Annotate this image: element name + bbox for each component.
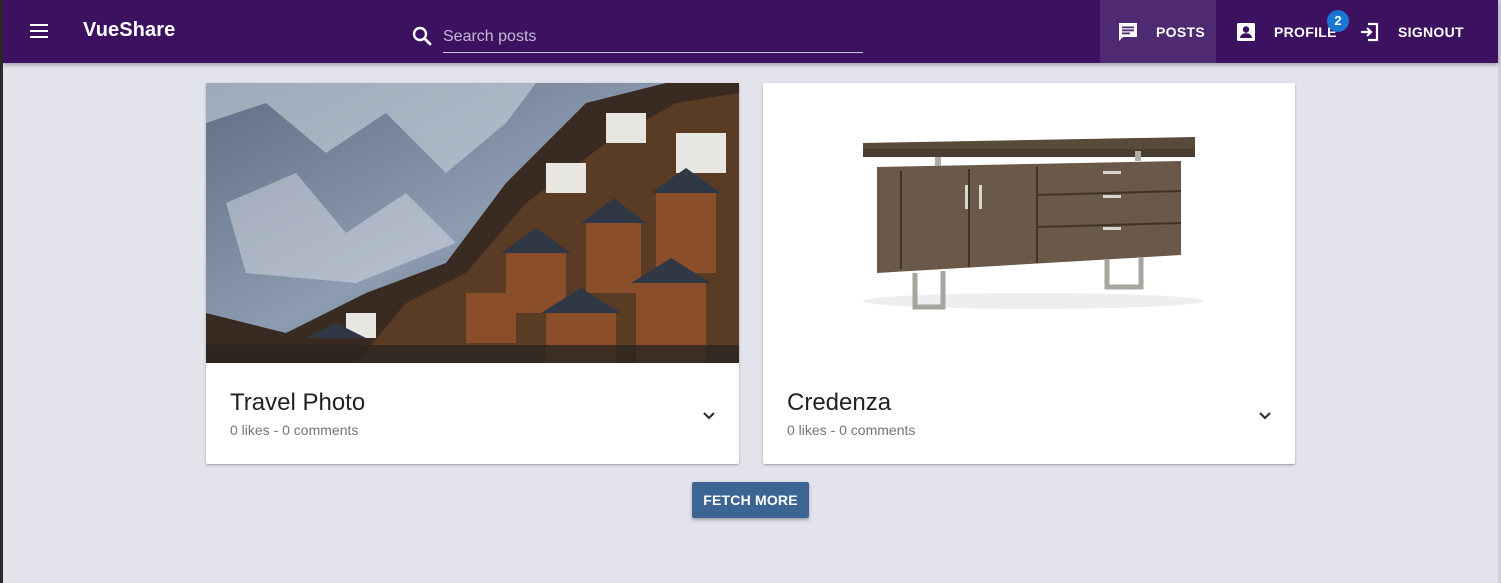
nav-posts-label: POSTS <box>1156 23 1205 40</box>
chevron-down-icon[interactable] <box>697 403 721 427</box>
post-title: Credenza <box>787 389 892 416</box>
account-box-icon <box>1237 22 1255 41</box>
fetch-more-button[interactable]: FETCH MORE <box>692 482 809 518</box>
notification-badge: 2 <box>1327 10 1349 32</box>
nav-signout-button[interactable]: SIGNOUT <box>1358 0 1498 63</box>
chevron-down-icon[interactable] <box>1253 403 1277 427</box>
message-icon <box>1119 22 1137 41</box>
post-card[interactable]: Credenza 0 likes - 0 comments <box>763 83 1295 464</box>
post-image[interactable] <box>206 83 739 363</box>
app-title[interactable]: VueShare <box>83 19 175 42</box>
exit-icon <box>1361 22 1379 41</box>
search-icon <box>412 26 432 46</box>
post-card[interactable]: Travel Photo 0 likes - 0 comments <box>206 83 739 464</box>
search-input[interactable] <box>443 22 863 53</box>
nav-signout-label: SIGNOUT <box>1398 23 1464 40</box>
travel-photo-image <box>206 83 739 363</box>
nav-profile-button[interactable]: PROFILE <box>1234 0 1346 63</box>
search-bar <box>410 22 866 54</box>
post-meta: 0 likes - 0 comments <box>230 422 359 438</box>
post-meta: 0 likes - 0 comments <box>787 422 916 438</box>
window-edge-left <box>0 0 3 583</box>
post-title: Travel Photo <box>230 389 366 416</box>
app-toolbar: VueShare POSTS PROFILE 2 SIGNOUT <box>3 0 1498 63</box>
menu-icon[interactable] <box>27 19 51 43</box>
post-image[interactable] <box>763 83 1295 363</box>
credenza-image <box>763 83 1295 363</box>
nav-posts-button[interactable]: POSTS <box>1100 0 1216 63</box>
